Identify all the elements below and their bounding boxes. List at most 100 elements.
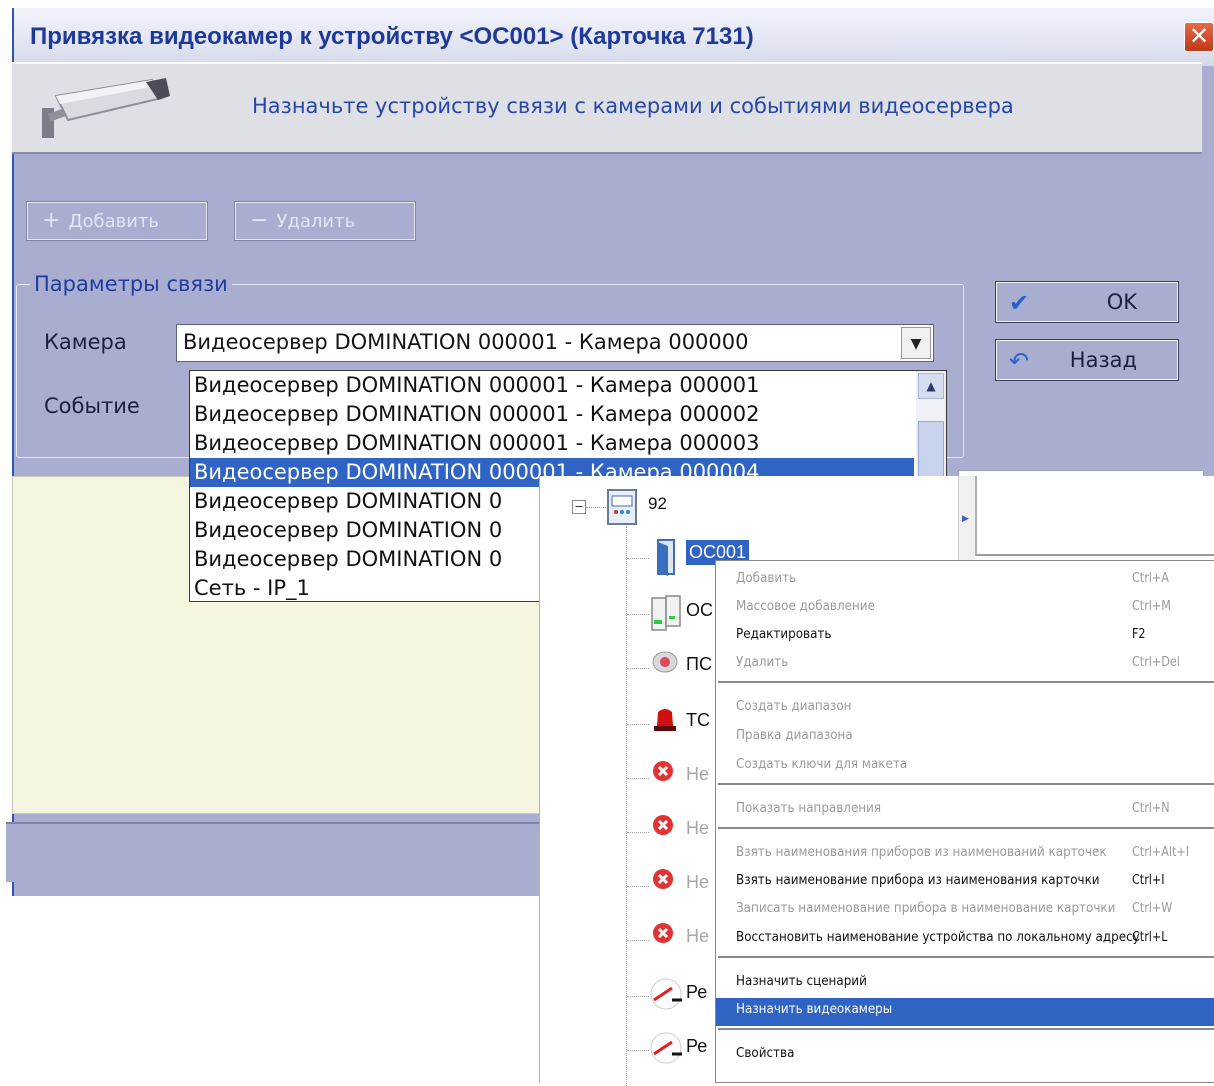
error-icon <box>650 812 676 842</box>
event-label: Событие <box>44 394 140 418</box>
menu-item-label: Удалить <box>736 655 789 670</box>
menu-item[interactable]: Массовое добавление Ctrl+M <box>716 595 1214 623</box>
close-icon: ✕ <box>1188 22 1210 50</box>
menu-item-shortcut: Ctrl+A <box>1132 571 1169 586</box>
camera-option[interactable]: Видеосервер DOMINATION 000001 - Камера 0… <box>190 429 946 458</box>
link-params-title: Параметры связи <box>30 272 232 296</box>
camera-option[interactable]: Видеосервер DOMINATION 000001 - Камера 0… <box>190 400 946 429</box>
back-button[interactable]: ↶ Назад <box>995 339 1179 381</box>
menu-item[interactable]: Назначить сценарий <box>716 970 1214 998</box>
camera-option[interactable]: Видеосервер DOMINATION 000001 - Камера 0… <box>190 371 946 400</box>
menu-separator <box>718 783 1214 785</box>
tree-line <box>627 1050 649 1051</box>
ok-button[interactable]: ✔ OK <box>995 281 1179 323</box>
scroll-thumb[interactable] <box>918 421 944 481</box>
collapse-icon[interactable]: − <box>572 500 586 514</box>
relay-icon <box>650 976 686 1016</box>
menu-item-label: Редактировать <box>736 627 832 642</box>
tree-node-label: ТС <box>686 710 710 730</box>
menu-item-label: Массовое добавление <box>736 599 875 614</box>
checkmark-icon: ✔ <box>1009 289 1030 317</box>
menu-item-shortcut: Ctrl+I <box>1132 873 1165 888</box>
menu-item-shortcut: Ctrl+Del <box>1132 655 1180 670</box>
menu-item[interactable]: Назначить видеокамеры <box>716 998 1214 1026</box>
back-button-label: Назад <box>1069 348 1137 372</box>
dialog-title: Привязка видеокамер к устройству <OC001>… <box>30 23 754 50</box>
error-icon <box>650 758 676 788</box>
tree-line <box>627 832 649 833</box>
ok-button-label: OK <box>1106 290 1137 314</box>
menu-item[interactable]: Свойства <box>716 1042 1214 1070</box>
tree-node-label: Ре <box>686 982 708 1002</box>
door-icon <box>650 538 680 582</box>
error-icon <box>650 866 676 896</box>
menu-item-shortcut: F2 <box>1132 627 1146 642</box>
menu-item[interactable]: Правка диапазона <box>716 724 1214 752</box>
menu-item-shortcut: Ctrl+Alt+I <box>1132 845 1190 860</box>
context-menu: Добавить Ctrl+A Массовое добавление Ctrl+M Р… <box>715 560 1214 1083</box>
menu-item[interactable]: Записать наименование прибора в наименов… <box>716 897 1214 925</box>
menu-item-label: Показать направления <box>736 801 882 816</box>
menu-item[interactable]: Удалить Ctrl+Del <box>716 651 1214 679</box>
delete-button[interactable]: − Удалить <box>234 201 416 241</box>
menu-item[interactable]: Добавить Ctrl+A <box>716 567 1214 595</box>
tree-line <box>627 940 649 941</box>
menu-item[interactable]: Восстановить наименование устройства по … <box>716 926 1214 954</box>
menu-item[interactable]: Взять наименования приборов из наименова… <box>716 841 1214 869</box>
relay-icon <box>650 1030 686 1070</box>
tree-line <box>627 778 649 779</box>
tree-node-label: Не <box>686 926 710 946</box>
menu-item-label: Свойства <box>736 1046 795 1061</box>
tree-line <box>586 507 606 508</box>
tree-line <box>627 724 649 725</box>
menu-item-label: Восстановить наименование устройства по … <box>736 930 1140 945</box>
tree-line <box>627 614 649 615</box>
tree-node-label: Не <box>686 818 710 838</box>
menu-separator <box>718 827 1214 829</box>
menu-item[interactable]: Взять наименование прибора из наименован… <box>716 869 1214 897</box>
add-button[interactable]: + Добавить <box>26 201 208 241</box>
tree-line <box>627 558 649 559</box>
tree-scrollbar[interactable]: ▶ <box>958 476 975 566</box>
tree-node-label: Не <box>686 764 710 784</box>
control-panel-icon <box>607 489 637 525</box>
minus-icon: − <box>250 208 269 233</box>
menu-separator <box>718 1028 1214 1030</box>
menu-item-label: Взять наименование прибора из наименован… <box>736 873 1100 888</box>
plus-icon: + <box>42 208 61 233</box>
menu-item-label: Назначить видеокамеры <box>736 1002 893 1017</box>
tree-line <box>626 526 627 1086</box>
tree-node-label: ПС <box>686 654 712 674</box>
close-button[interactable]: ✕ <box>1184 22 1214 52</box>
menu-item-label: Создать ключи для макета <box>736 757 908 772</box>
menu-item-label: Создать диапазон <box>736 699 852 714</box>
menu-item-shortcut: Ctrl+M <box>1132 599 1171 614</box>
menu-separator <box>718 681 1214 683</box>
tree-side-panel <box>975 476 1214 556</box>
scroll-right-icon: ▶ <box>962 514 969 524</box>
tree-node-label: Ре <box>686 1036 708 1056</box>
menu-item-shortcut: Ctrl+N <box>1132 801 1170 816</box>
tree-line <box>627 886 649 887</box>
siren-icon <box>650 704 680 738</box>
menu-item-shortcut: Ctrl+W <box>1132 901 1173 916</box>
scroll-up-icon[interactable]: ▲ <box>918 373 944 399</box>
menu-item[interactable]: Создать диапазон <box>716 695 1214 723</box>
tree-line <box>627 668 649 669</box>
banner: Назначьте устройству связи с камерами и … <box>12 62 1202 154</box>
tree-node-label: 92 <box>648 494 667 513</box>
camera-select-value: Видеосервер DOMINATION 000001 - Камера 0… <box>183 330 749 354</box>
add-button-label: Добавить <box>68 211 160 232</box>
banner-text: Назначьте устройству связи с камерами и … <box>252 94 1014 118</box>
menu-item-label: Назначить сценарий <box>736 974 867 989</box>
dropdown-arrow-icon[interactable]: ▼ <box>901 327 931 359</box>
menu-item[interactable]: Редактировать F2 <box>716 623 1214 651</box>
camera-label: Камера <box>44 330 127 354</box>
menu-item-label: Правка диапазона <box>736 728 853 743</box>
menu-item[interactable]: Создать ключи для макета <box>716 753 1214 781</box>
delete-button-label: Удалить <box>276 211 356 232</box>
camera-select[interactable]: Видеосервер DOMINATION 000001 - Камера 0… <box>176 324 934 362</box>
menu-item[interactable]: Показать направления Ctrl+N <box>716 797 1214 825</box>
back-arrow-icon: ↶ <box>1009 347 1030 375</box>
title-bar[interactable]: Привязка видеокамер к устройству <OC001>… <box>14 8 1214 66</box>
